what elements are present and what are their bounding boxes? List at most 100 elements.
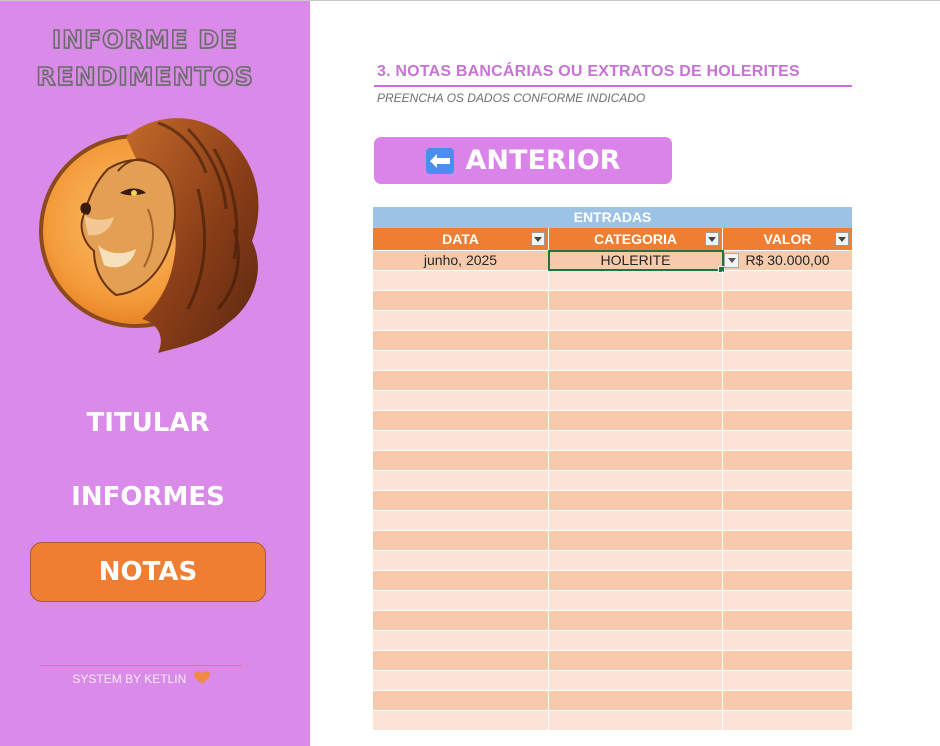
table-cell-empty[interactable] — [373, 331, 549, 350]
table-cell-empty[interactable] — [549, 271, 723, 290]
table-cell-empty[interactable] — [549, 431, 723, 450]
table-cell-empty[interactable] — [723, 411, 852, 430]
table-row-empty — [373, 410, 852, 430]
table-cell-empty[interactable] — [549, 511, 723, 530]
table-cell-empty[interactable] — [373, 611, 549, 630]
table-cell-empty[interactable] — [373, 451, 549, 470]
table-cell-empty[interactable] — [549, 611, 723, 630]
footer-divider — [40, 665, 242, 666]
table-cell-empty[interactable] — [373, 571, 549, 590]
table-row-empty — [373, 690, 852, 710]
cell-categoria-value: HOLERITE — [600, 252, 671, 268]
left-arrow-icon — [425, 147, 454, 174]
filter-dropdown-icon[interactable] — [835, 232, 849, 246]
cell-dropdown-icon[interactable] — [724, 253, 739, 268]
table-cell-empty[interactable] — [549, 691, 723, 710]
table-cell-empty[interactable] — [723, 571, 852, 590]
footer: SYSTEM BY KETLIN — [40, 671, 242, 689]
table-cell-empty[interactable] — [373, 591, 549, 610]
table-row-empty — [373, 270, 852, 290]
table-cell-empty[interactable] — [373, 291, 549, 310]
table-row-empty — [373, 590, 852, 610]
table-cell-empty[interactable] — [549, 371, 723, 390]
table-cell-empty[interactable] — [549, 471, 723, 490]
table-cell-empty[interactable] — [549, 331, 723, 350]
table-cell-empty[interactable] — [549, 631, 723, 650]
table-cell-empty[interactable] — [723, 511, 852, 530]
table-cell-empty[interactable] — [723, 651, 852, 670]
table-cell-empty[interactable] — [723, 471, 852, 490]
table-cell-empty[interactable] — [549, 671, 723, 690]
table-cell-empty[interactable] — [373, 471, 549, 490]
filter-dropdown-icon[interactable] — [705, 232, 719, 246]
table-cell-empty[interactable] — [373, 311, 549, 330]
table-cell-empty[interactable] — [723, 551, 852, 570]
table-cell-empty[interactable] — [373, 711, 549, 730]
table-cell-empty[interactable] — [549, 651, 723, 670]
table-cell-empty[interactable] — [373, 491, 549, 510]
table-cell-empty[interactable] — [549, 451, 723, 470]
table-cell-empty[interactable] — [549, 491, 723, 510]
table-cell-empty[interactable] — [549, 411, 723, 430]
table-cell-empty[interactable] — [549, 311, 723, 330]
table-row-empty — [373, 670, 852, 690]
table-cell-empty[interactable] — [723, 311, 852, 330]
table-cell-empty[interactable] — [723, 271, 852, 290]
table-cell-empty[interactable] — [373, 511, 549, 530]
table-row-empty — [373, 370, 852, 390]
table-cell-empty[interactable] — [723, 351, 852, 370]
table-cell-empty[interactable] — [549, 291, 723, 310]
table-cell-empty[interactable] — [549, 551, 723, 570]
column-header-data: DATA — [373, 228, 549, 250]
nav-notas-button[interactable]: NOTAS — [30, 542, 266, 602]
table-row-empty — [373, 650, 852, 670]
table-cell-empty[interactable] — [723, 531, 852, 550]
table-cell-empty[interactable] — [723, 631, 852, 650]
table-cell-empty[interactable] — [549, 591, 723, 610]
table-cell-empty[interactable] — [723, 291, 852, 310]
table-cell-empty[interactable] — [723, 451, 852, 470]
section-divider — [374, 85, 852, 87]
table-cell-empty[interactable] — [723, 431, 852, 450]
table-cell-empty[interactable] — [373, 371, 549, 390]
table-cell-empty[interactable] — [373, 551, 549, 570]
table-row-empty — [373, 710, 852, 730]
table-cell-empty[interactable] — [723, 331, 852, 350]
table-cell-empty[interactable] — [549, 711, 723, 730]
table-cell-empty[interactable] — [373, 351, 549, 370]
table-cell-empty[interactable] — [549, 391, 723, 410]
table-cell-empty[interactable] — [373, 671, 549, 690]
lion-icon — [38, 109, 268, 359]
previous-button[interactable]: ANTERIOR — [374, 137, 672, 184]
table-row-empty — [373, 350, 852, 370]
table-cell-empty[interactable] — [549, 531, 723, 550]
cell-data[interactable]: junho, 2025 — [373, 251, 549, 270]
table-cell-empty[interactable] — [373, 531, 549, 550]
table-cell-empty[interactable] — [549, 571, 723, 590]
table-cell-empty[interactable] — [373, 271, 549, 290]
table-cell-empty[interactable] — [723, 611, 852, 630]
table-cell-empty[interactable] — [373, 411, 549, 430]
table-cell-empty[interactable] — [723, 371, 852, 390]
table-cell-empty[interactable] — [373, 431, 549, 450]
table-cell-empty[interactable] — [373, 631, 549, 650]
cell-valor[interactable]: R$ 30.000,00 — [723, 251, 852, 270]
table-cell-empty[interactable] — [373, 391, 549, 410]
table-cell-empty[interactable] — [549, 351, 723, 370]
table-cell-empty[interactable] — [723, 671, 852, 690]
table-cell-empty[interactable] — [723, 691, 852, 710]
table-cell-empty[interactable] — [373, 691, 549, 710]
nav-informes-button[interactable]: INFORMES — [30, 477, 266, 517]
cell-categoria-selected[interactable]: HOLERITE — [548, 250, 739, 273]
nav-titular-button[interactable]: TITULAR — [30, 403, 266, 443]
table-cell-empty[interactable] — [373, 651, 549, 670]
section-subtitle: PREENCHA OS DADOS CONFORME INDICADO — [377, 91, 646, 105]
filter-dropdown-icon[interactable] — [531, 232, 545, 246]
table-cell-empty[interactable] — [723, 711, 852, 730]
table-cell-empty[interactable] — [723, 591, 852, 610]
table-cell-empty[interactable] — [723, 391, 852, 410]
table-row-empty — [373, 630, 852, 650]
column-header-valor: VALOR — [723, 228, 852, 250]
empty-rows — [373, 270, 852, 730]
table-cell-empty[interactable] — [723, 491, 852, 510]
